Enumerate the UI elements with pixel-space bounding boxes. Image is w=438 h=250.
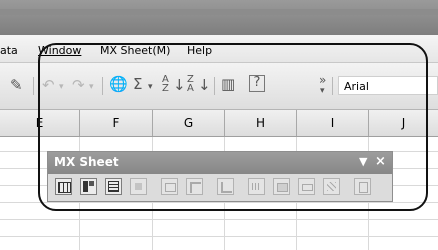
window-titlebar xyxy=(0,0,438,35)
sort-descending-arrow-icon: ↓ xyxy=(198,76,211,94)
mx-sheet-toolbar[interactable]: MX Sheet ▼ × xyxy=(47,151,393,202)
grid-icon[interactable] xyxy=(80,178,97,195)
toolbar-separator xyxy=(214,77,215,95)
font-name-field[interactable]: Arial xyxy=(338,76,438,95)
toolbar-menu-icon[interactable]: ▼ xyxy=(359,155,367,168)
column-header-h[interactable]: H xyxy=(225,110,297,136)
mx-sheet-toolbar-title: MX Sheet xyxy=(54,155,119,169)
mx-sheet-toolbar-titlebar[interactable]: MX Sheet ▼ × xyxy=(48,152,392,174)
chart-wizard-icon[interactable]: ▥ xyxy=(221,76,235,92)
font-name-value: Arial xyxy=(344,80,369,93)
toolbar-separator xyxy=(33,77,34,95)
help-icon[interactable]: ? xyxy=(249,75,265,92)
undo-dropdown-icon[interactable]: ▾ xyxy=(59,79,64,95)
redo-dropdown-icon[interactable]: ▾ xyxy=(89,79,94,95)
disabled-tool-2-icon[interactable] xyxy=(161,178,178,195)
menu-window-label: Window xyxy=(38,44,82,57)
close-icon[interactable]: × xyxy=(375,154,386,169)
column-header-j[interactable]: J xyxy=(369,110,438,136)
hyperlink-icon[interactable]: 🌐 xyxy=(109,76,128,92)
toolbar-separator xyxy=(102,77,103,95)
table-icon[interactable] xyxy=(55,178,72,195)
brush-icon[interactable]: ✎ xyxy=(10,77,23,93)
menu-mx-sheet[interactable]: MX Sheet(M) xyxy=(100,44,170,57)
sheet-icon[interactable] xyxy=(105,178,122,195)
autosum-icon[interactable]: Σ xyxy=(133,76,142,92)
column-header-g[interactable]: G xyxy=(153,110,225,136)
undo-icon[interactable]: ↶ xyxy=(42,77,55,93)
disabled-tool-9-icon[interactable] xyxy=(354,178,371,195)
sort-ascending-arrow-icon: ↓ xyxy=(173,76,186,94)
column-header-i[interactable]: I xyxy=(297,110,369,136)
sort-descending-icon[interactable]: ZA xyxy=(187,75,194,94)
sort-ascending-icon[interactable]: AZ xyxy=(162,75,169,94)
toolbar-separator xyxy=(332,77,333,95)
disabled-tool-4-icon[interactable] xyxy=(217,178,234,195)
autosum-dropdown-icon[interactable]: ▾ xyxy=(148,79,153,95)
menu-data[interactable]: ata xyxy=(0,44,18,57)
disabled-tool-5-icon[interactable] xyxy=(248,178,265,195)
menu-bar: ata Window MX Sheet(M) Help xyxy=(0,35,438,63)
standard-toolbar: ✎ ↶ ▾ ↷ ▾ 🌐 Σ ▾ AZ ↓ ZA ↓ ▥ ? » ▾ Arial xyxy=(0,63,438,110)
disabled-tool-6-icon[interactable] xyxy=(273,178,290,195)
disabled-tool-7-icon[interactable] xyxy=(298,178,315,195)
menu-help[interactable]: Help xyxy=(187,44,212,57)
toolbar-options-dropdown-icon[interactable]: ▾ xyxy=(320,83,325,99)
column-headers: E F G H I J xyxy=(0,110,438,137)
menu-window[interactable]: Window xyxy=(38,44,81,57)
column-header-f[interactable]: F xyxy=(80,110,153,136)
disabled-tool-1-icon[interactable] xyxy=(130,178,147,195)
redo-icon[interactable]: ↷ xyxy=(72,77,85,93)
column-header-e[interactable]: E xyxy=(0,110,80,136)
disabled-tool-8-icon[interactable] xyxy=(323,178,340,195)
disabled-tool-3-icon[interactable] xyxy=(186,178,203,195)
